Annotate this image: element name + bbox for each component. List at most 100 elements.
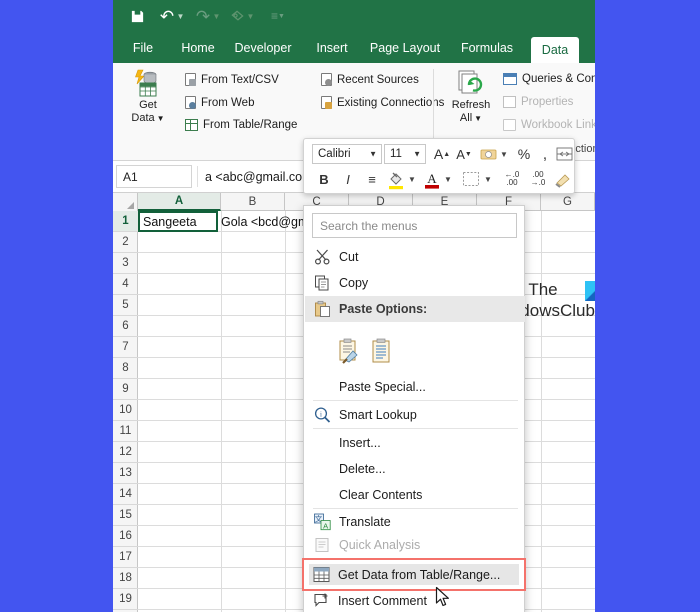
row-header-13[interactable]: 13 xyxy=(113,463,138,484)
fill-color-chevron-down-icon[interactable]: ▼ xyxy=(408,175,416,184)
tab-page-layout[interactable]: Page Layout xyxy=(363,33,447,63)
accounting-format-button[interactable] xyxy=(478,144,498,164)
font-color-button[interactable]: A xyxy=(422,169,442,191)
menu-item-insert[interactable]: Insert... xyxy=(305,430,525,456)
row-header-label: 16 xyxy=(119,530,132,542)
menu-item-delete[interactable]: Delete... xyxy=(305,456,525,482)
refresh-all-chevron-down-icon[interactable]: ▼ xyxy=(474,112,482,125)
shrink-font-button[interactable]: A ▼ xyxy=(454,144,474,164)
row-header-8[interactable]: 8 xyxy=(113,358,138,379)
workbook-links-icon xyxy=(503,119,516,131)
ribbon-from-text-csv[interactable]: From Text/CSV xyxy=(185,73,279,86)
menu-item-insert-comment[interactable]: Insert Comment xyxy=(304,590,524,612)
paste-options-row xyxy=(338,338,408,370)
menu-item-get-data-from-table-range[interactable]: Get Data from Table/Range... xyxy=(304,561,524,588)
ribbon-from-web[interactable]: From Web xyxy=(185,96,254,109)
tab-home[interactable]: Home xyxy=(175,33,221,63)
queries-connections-label: Queries & Connections xyxy=(522,73,595,85)
row-header-6[interactable]: 6 xyxy=(113,316,138,337)
row-header-3[interactable]: 3 xyxy=(113,253,138,274)
grow-font-button[interactable]: A ▲ xyxy=(432,144,452,164)
undo-chevron-down-icon[interactable]: ▼ xyxy=(176,12,185,21)
format-painter-button[interactable] xyxy=(552,169,574,189)
menu-item-get-data-from-table-range-label: Get Data from Table/Range... xyxy=(338,567,501,582)
column-header-a[interactable]: A xyxy=(138,193,221,211)
format-cells-button[interactable] xyxy=(554,144,574,164)
grid-line xyxy=(221,211,222,612)
italic-button[interactable]: I xyxy=(338,169,358,189)
menu-item-clear-contents-label: Clear Contents xyxy=(339,488,423,502)
font-name-chevron-down-icon[interactable]: ▼ xyxy=(369,150,377,159)
menu-item-smart-lookup[interactable]: i Smart Lookup xyxy=(305,402,525,428)
row-header-1[interactable]: 1 xyxy=(113,211,138,232)
row-header-label: 13 xyxy=(119,467,132,479)
undo-icon[interactable]: ↶ xyxy=(157,6,177,26)
customize-qat-icon[interactable]: ≡ ▼ xyxy=(268,6,288,26)
row-header-4[interactable]: 4 xyxy=(113,274,138,295)
row-header-15[interactable]: 15 xyxy=(113,505,138,526)
font-name-combo[interactable]: Calibri ▼ xyxy=(312,144,382,164)
get-data-chevron-down-icon[interactable]: ▼ xyxy=(157,112,165,125)
bold-button[interactable]: B xyxy=(314,169,334,189)
column-header-b[interactable]: B xyxy=(221,193,285,211)
row-header-10[interactable]: 10 xyxy=(113,400,138,421)
menu-item-paste-special[interactable]: Paste Special... xyxy=(305,374,525,400)
properties-icon xyxy=(503,96,516,108)
percent-style-button[interactable]: % xyxy=(514,144,534,164)
paste-formatting-option[interactable] xyxy=(338,338,360,364)
name-box[interactable]: A1 xyxy=(116,165,192,188)
font-size-chevron-down-icon[interactable]: ▼ xyxy=(413,150,421,159)
row-header-14[interactable]: 14 xyxy=(113,484,138,505)
menu-item-clear-contents[interactable]: Clear Contents xyxy=(305,482,525,508)
row-header-9[interactable]: 9 xyxy=(113,379,138,400)
redo-icon: ↷ xyxy=(195,6,211,26)
ribbon-from-table-range[interactable]: From Table/Range xyxy=(185,119,297,131)
row-header-18[interactable]: 18 xyxy=(113,568,138,589)
menu-item-cut[interactable]: Cut xyxy=(305,244,525,270)
cell-A1[interactable]: Sangeeta xyxy=(138,211,218,232)
row-header-11[interactable]: 11 xyxy=(113,421,138,442)
cell-context-menu: Search the menus Cut Copy Paste Options: xyxy=(303,205,525,612)
row-header-label: 5 xyxy=(122,299,129,311)
column-header-g[interactable]: G xyxy=(541,193,595,211)
tab-developer[interactable]: Developer xyxy=(227,33,299,63)
from-web-label: From Web xyxy=(201,96,255,109)
svg-text:i: i xyxy=(320,411,322,419)
row-header-16[interactable]: 16 xyxy=(113,526,138,547)
row-header-12[interactable]: 12 xyxy=(113,442,138,463)
increase-decimal-button[interactable]: .00 →.0 xyxy=(526,169,550,189)
ribbon-queries-connections[interactable]: Queries & Connections xyxy=(503,73,595,85)
ribbon-recent-sources[interactable]: Recent Sources xyxy=(321,73,419,86)
get-data-button[interactable]: Get Data ▼ xyxy=(121,69,175,125)
ribbon-workbook-links: Workbook Links xyxy=(503,119,595,131)
decrease-decimal-button[interactable]: ←.0.00 xyxy=(500,169,524,189)
row-header-label: 2 xyxy=(122,236,129,248)
refresh-all-button[interactable]: Refresh All ▼ xyxy=(445,69,497,125)
accounting-format-chevron-down-icon[interactable]: ▼ xyxy=(500,150,508,159)
row-header-19[interactable]: 19 xyxy=(113,589,138,610)
font-size-combo[interactable]: 11 ▼ xyxy=(384,144,426,164)
tab-data[interactable]: Data xyxy=(531,37,579,63)
row-header-5[interactable]: 5 xyxy=(113,295,138,316)
menu-search-input[interactable]: Search the menus xyxy=(312,213,517,238)
borders-chevron-down-icon[interactable]: ▼ xyxy=(484,175,492,184)
row-header-17[interactable]: 17 xyxy=(113,547,138,568)
menu-item-copy[interactable]: Copy xyxy=(305,270,525,296)
tab-insert[interactable]: Insert xyxy=(309,33,355,63)
borders-button[interactable] xyxy=(460,169,482,189)
row-header-7[interactable]: 7 xyxy=(113,337,138,358)
row-header-label: 8 xyxy=(122,362,129,374)
fill-color-button[interactable] xyxy=(386,169,406,191)
select-all-corner-button[interactable] xyxy=(113,193,138,211)
ribbon-group-divider xyxy=(433,69,434,145)
font-color-chevron-down-icon[interactable]: ▼ xyxy=(444,175,452,184)
row-header-2[interactable]: 2 xyxy=(113,232,138,253)
redo-chevron-down-icon: ▼ xyxy=(212,12,221,21)
tab-formulas[interactable]: Formulas xyxy=(455,33,519,63)
save-icon[interactable] xyxy=(127,6,147,26)
comma-style-button[interactable]: , xyxy=(536,144,554,164)
ribbon-existing-connections[interactable]: Existing Connections xyxy=(321,96,444,109)
align-button[interactable]: ≡ xyxy=(362,169,382,189)
tab-file[interactable]: File xyxy=(125,33,161,63)
paste-values-option[interactable] xyxy=(370,338,392,364)
